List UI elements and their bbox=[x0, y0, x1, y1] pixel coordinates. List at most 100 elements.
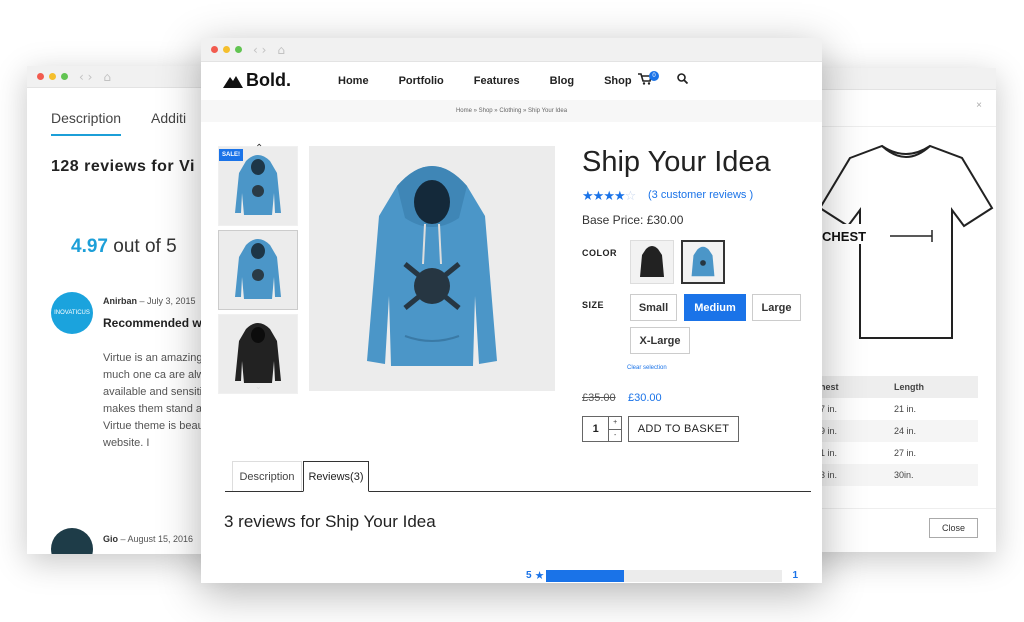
thumbnail-gallery: SALE! ⌃ ⌄ bbox=[218, 143, 298, 398]
table-cell: 24 in. bbox=[894, 426, 917, 436]
tab-additional[interactable]: Additi bbox=[151, 110, 186, 136]
table-cell: 30in. bbox=[894, 470, 914, 480]
add-to-basket-button[interactable]: ADD TO BASKET bbox=[628, 416, 739, 442]
rating-count: 1 bbox=[792, 570, 798, 581]
menu-item-home[interactable]: Home bbox=[338, 75, 369, 87]
table-row: 1 in. 27 in. bbox=[820, 442, 978, 464]
divider bbox=[820, 508, 996, 509]
table-row: 9 in. 24 in. bbox=[820, 420, 978, 442]
window-titlebar bbox=[800, 68, 996, 90]
close-icon[interactable]: × bbox=[976, 100, 982, 111]
rating-bar-track bbox=[546, 569, 783, 582]
review-author: Gio bbox=[103, 534, 118, 544]
star-icon: ★ bbox=[592, 188, 605, 203]
star-icon: ★ bbox=[534, 570, 545, 582]
close-window-dot[interactable] bbox=[37, 73, 44, 80]
rating-suffix: out of 5 bbox=[107, 236, 177, 257]
minimize-window-dot[interactable] bbox=[49, 73, 56, 80]
close-button[interactable]: Close bbox=[928, 518, 978, 538]
size-option-medium[interactable]: Medium bbox=[684, 294, 746, 321]
quantity-decrease[interactable]: - bbox=[609, 430, 621, 442]
customer-reviews-link[interactable]: (3 customer reviews ) bbox=[648, 189, 753, 201]
review-author: Anirban bbox=[103, 296, 138, 306]
clear-selection-link[interactable]: Clear selection bbox=[627, 365, 667, 371]
site-header: Bold. Home Portfolio Features Blog Shop … bbox=[201, 62, 822, 100]
cart-count-badge: 0 bbox=[649, 71, 659, 81]
menu-item-features[interactable]: Features bbox=[474, 75, 520, 87]
window-titlebar: ‹ › ⌂ bbox=[201, 38, 822, 62]
size-option-small[interactable]: Small bbox=[630, 294, 677, 321]
rating-bar-fill bbox=[546, 569, 625, 582]
star-icon: ★ bbox=[613, 188, 626, 203]
maximize-window-dot[interactable] bbox=[235, 46, 242, 53]
color-swatch-black[interactable] bbox=[630, 240, 674, 284]
review-date: – July 3, 2015 bbox=[137, 296, 196, 306]
site-logo[interactable]: Bold. bbox=[223, 70, 291, 91]
sale-price: £30.00 bbox=[628, 392, 662, 404]
black-hoodie-image bbox=[640, 246, 664, 277]
menu-item-blog[interactable]: Blog bbox=[550, 75, 574, 87]
chest-label: CHEST bbox=[822, 229, 866, 244]
tab-description[interactable]: Description bbox=[232, 461, 302, 492]
breadcrumb: Home » Shop » Clothing » Ship Your Idea bbox=[201, 100, 822, 122]
close-window-dot[interactable] bbox=[211, 46, 218, 53]
logo-text: Bold. bbox=[246, 70, 291, 90]
table-cell: 9 in. bbox=[820, 426, 838, 436]
product-title: Ship Your Idea bbox=[582, 146, 771, 178]
base-price: Base Price: £30.00 bbox=[582, 213, 684, 227]
table-row: 3 in. 30in. bbox=[820, 464, 978, 486]
color-swatch-blue[interactable] bbox=[681, 240, 725, 284]
review-date: – August 15, 2016 bbox=[118, 534, 194, 544]
size-chart-window: × CHEST hest Length 7 in. 21 in. 9 in. 24 … bbox=[800, 68, 996, 552]
quantity-increase[interactable]: + bbox=[609, 417, 621, 430]
tshirt-diagram: CHEST bbox=[820, 144, 994, 339]
back-forward-icon[interactable]: ‹ › bbox=[253, 43, 266, 57]
thumbnail-black-hoodie[interactable]: ⌄ bbox=[218, 314, 298, 394]
reviews-window: ‹ › ⌂ Description Additi 128 reviews for… bbox=[27, 66, 227, 554]
quantity-steps: + - bbox=[608, 417, 621, 441]
star-empty-icon: ☆ bbox=[624, 188, 637, 203]
thumbnail-blue-hoodie[interactable]: SALE! ⌃ bbox=[218, 143, 298, 226]
avatar: INOVATICUS bbox=[51, 292, 93, 334]
product-window: ‹ › ⌂ Bold. Home Portfolio Features Blog… bbox=[201, 38, 822, 583]
minimize-window-dot[interactable] bbox=[223, 46, 230, 53]
blue-hoodie-image bbox=[367, 166, 497, 366]
search-icon[interactable] bbox=[677, 73, 689, 87]
main-menu: Home Portfolio Features Blog Shop bbox=[338, 75, 662, 87]
menu-item-portfolio[interactable]: Portfolio bbox=[399, 75, 444, 87]
size-option-large[interactable]: Large bbox=[752, 294, 801, 321]
star-icon: ★ bbox=[582, 188, 594, 203]
home-icon[interactable]: ⌂ bbox=[103, 70, 111, 84]
review-meta: Gio – August 15, 2016 bbox=[103, 534, 193, 544]
quantity-stepper[interactable]: 1 + - bbox=[582, 416, 622, 442]
star-rating: ★★★★☆ bbox=[582, 188, 637, 204]
column-header: Length bbox=[894, 382, 924, 392]
tab-reviews[interactable]: Reviews(3) bbox=[303, 461, 369, 492]
quantity-value[interactable]: 1 bbox=[583, 417, 608, 441]
mountain-icon bbox=[223, 75, 243, 88]
table-cell: 1 in. bbox=[820, 448, 838, 458]
composite-stage: ‹ › ⌂ Description Additi 128 reviews for… bbox=[0, 0, 1024, 622]
blue-hoodie-image bbox=[691, 246, 715, 277]
size-option-x-large[interactable]: X-Large bbox=[630, 327, 690, 354]
rating-level: 5 bbox=[526, 570, 532, 581]
window-titlebar: ‹ › ⌂ bbox=[27, 66, 227, 88]
product-main-image[interactable] bbox=[309, 146, 555, 391]
back-forward-icon[interactable]: ‹ › bbox=[79, 70, 92, 84]
tab-description[interactable]: Description bbox=[51, 110, 122, 136]
divider bbox=[820, 126, 996, 127]
thumbnail-blue-hoodie-selected[interactable] bbox=[218, 230, 298, 310]
color-label: COLOR bbox=[582, 248, 617, 258]
table-cell: 21 in. bbox=[894, 404, 917, 414]
chevron-up-icon[interactable]: ⌃ bbox=[255, 143, 263, 154]
table-cell: 27 in. bbox=[894, 448, 917, 458]
menu-item-shop[interactable]: Shop bbox=[604, 75, 632, 87]
size-label: SIZE bbox=[582, 300, 605, 310]
table-header: hest Length bbox=[820, 376, 978, 398]
maximize-window-dot[interactable] bbox=[61, 73, 68, 80]
chevron-down-icon[interactable]: ⌄ bbox=[255, 382, 262, 391]
home-icon[interactable]: ⌂ bbox=[277, 43, 285, 57]
review-meta: Anirban – July 3, 2015 bbox=[103, 296, 196, 306]
blue-hoodie-image bbox=[235, 239, 281, 299]
table-cell: 3 in. bbox=[820, 470, 838, 480]
